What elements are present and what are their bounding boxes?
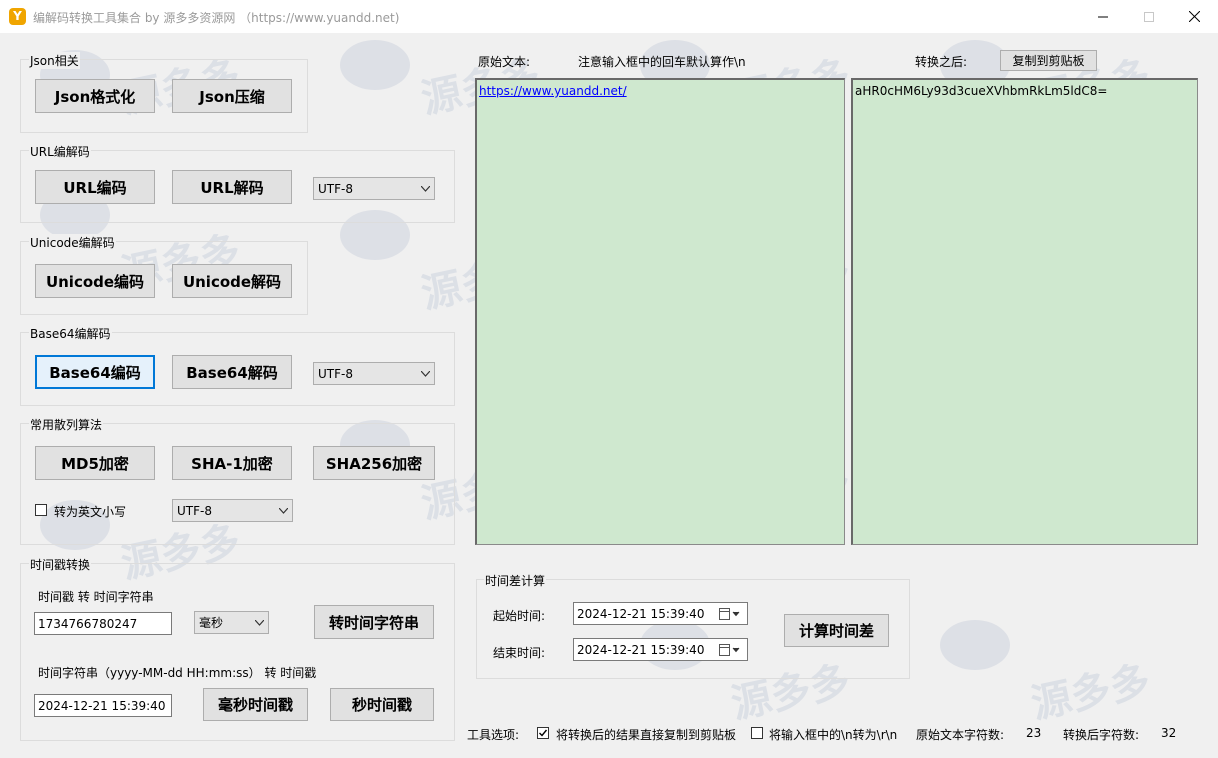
maximize-icon [1144,11,1154,22]
original-text-content: https://www.yuandd.net/ [479,84,627,98]
tool-options-label: 工具选项: [467,728,520,742]
md5-button[interactable]: MD5加密 [35,446,155,480]
hash-charset-value: UTF-8 [177,503,212,518]
start-time-label: 起始时间: [493,609,546,623]
chevron-down-icon [421,185,430,192]
timestamp-group-label: 时间戳转换 [29,556,92,573]
close-icon [1188,11,1200,22]
result-count-label: 转换后字符数: [1063,728,1140,742]
calendar-dropdown-icon [719,644,740,656]
json-compress-button[interactable]: Json压缩 [172,79,292,113]
after-label: 转换之后: [915,55,968,69]
lowercase-label: 转为英文小写 [54,505,127,519]
base64-group-label: Base64编解码 [29,325,112,342]
url-encode-button[interactable]: URL编码 [35,170,155,204]
orig-count-value: 23 [1026,726,1042,740]
base64-encode-button[interactable]: Base64编码 [35,355,155,389]
result-count-value: 32 [1161,726,1177,740]
ts-to-str-label: 时间戳 转 时间字符串 [38,590,154,604]
sha256-button[interactable]: SHA256加密 [313,446,435,480]
url-charset-select[interactable]: UTF-8 [313,177,435,200]
base64-charset-value: UTF-8 [318,366,353,381]
time-diff-group-label: 时间差计算 [484,572,547,589]
ms-timestamp-button[interactable]: 毫秒时间戳 [203,688,308,721]
result-textarea[interactable]: aHR0cHM6Ly93d3cueXVhbmRkLm5ldC8= [851,78,1198,545]
auto-copy-checkbox[interactable] [537,727,549,739]
original-textarea[interactable]: https://www.yuandd.net/ [475,78,845,545]
result-text-content: aHR0cHM6Ly93d3cueXVhbmRkLm5ldC8= [855,84,1108,98]
lowercase-checkbox[interactable] [35,504,47,516]
end-time-label: 结束时间: [493,646,546,660]
timestamp-unit-select[interactable]: 毫秒 [194,611,269,634]
json-format-button[interactable]: Json格式化 [35,79,155,113]
minimize-icon [1098,16,1108,17]
window-title: 编解码转换工具集合 by 源多多资源网 （https://www.yuandd.… [33,11,400,25]
url-decode-button[interactable]: URL解码 [172,170,292,204]
chevron-down-icon [279,507,288,514]
base64-charset-select[interactable]: UTF-8 [313,362,435,385]
minimize-button[interactable] [1080,0,1126,33]
time-string-input[interactable]: 2024-12-21 15:39:40 [34,694,172,717]
app-icon: Y [9,8,26,25]
close-button[interactable] [1171,0,1217,33]
orig-count-label: 原始文本字符数: [916,728,1005,742]
unicode-decode-button[interactable]: Unicode解码 [172,264,292,298]
end-time-picker[interactable]: 2024-12-21 15:39:40 [573,638,748,661]
convert-newline-checkbox[interactable] [751,727,763,739]
sha1-button[interactable]: SHA-1加密 [172,446,292,480]
chevron-down-icon [421,370,430,377]
timestamp-input[interactable]: 1734766780247 [34,612,172,635]
newline-hint: 注意输入框中的回车默认算作\n [578,55,746,69]
url-group-label: URL编解码 [29,143,91,160]
unicode-group-label: Unicode编解码 [29,234,116,251]
base64-decode-button[interactable]: Base64解码 [172,355,292,389]
checkmark-icon [539,729,548,737]
calendar-dropdown-icon [719,608,740,620]
title-bar: Y 编解码转换工具集合 by 源多多资源网 （https://www.yuand… [0,0,1218,33]
url-charset-value: UTF-8 [318,181,353,196]
watermark-text: 源多多 [1027,657,1155,728]
auto-copy-label: 将转换后的结果直接复制到剪贴板 [556,728,737,742]
unicode-encode-button[interactable]: Unicode编码 [35,264,155,298]
json-group-label: Json相关 [29,52,80,69]
hash-group-label: 常用散列算法 [29,416,104,433]
timestamp-unit-value: 毫秒 [199,616,224,630]
end-time-value: 2024-12-21 15:39:40 [577,642,705,657]
chevron-down-icon [255,619,264,626]
original-text-label: 原始文本: [478,55,531,69]
hash-group [20,423,455,545]
hash-charset-select[interactable]: UTF-8 [172,499,293,522]
watermark-logo-icon [340,40,410,90]
s-timestamp-button[interactable]: 秒时间戳 [330,688,434,721]
watermark-logo-icon [940,620,1010,670]
copy-to-clipboard-button[interactable]: 复制到剪贴板 [1000,50,1097,71]
to-time-string-button[interactable]: 转时间字符串 [314,605,434,639]
str-to-ts-label: 时间字符串（yyyy-MM-dd HH:mm:ss） 转 时间戳 [38,666,317,680]
convert-newline-label: 将输入框中的\n转为\r\n [769,728,898,742]
maximize-button[interactable] [1126,0,1172,33]
start-time-value: 2024-12-21 15:39:40 [577,606,705,621]
start-time-picker[interactable]: 2024-12-21 15:39:40 [573,602,748,625]
calc-time-diff-button[interactable]: 计算时间差 [784,614,889,647]
